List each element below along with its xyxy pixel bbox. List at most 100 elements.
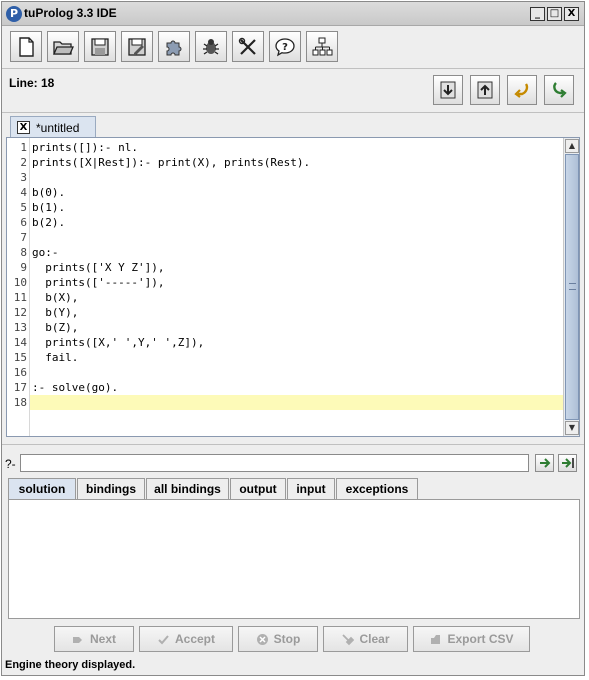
svg-text:?: ?	[282, 42, 288, 53]
tab-label: *untitled	[36, 120, 80, 135]
line-number: 17	[13, 381, 27, 394]
window-title: tuProlog 3.3 IDE	[24, 6, 117, 20]
undo-button[interactable]	[507, 75, 537, 105]
solve-button[interactable]	[535, 454, 554, 472]
move-up-button[interactable]	[470, 75, 500, 105]
redo-icon	[553, 82, 567, 98]
arrow-right-icon	[539, 458, 550, 468]
help-button[interactable]: ?	[269, 31, 301, 62]
bug-icon	[203, 38, 219, 55]
line-number-gutter: 1 2 3 4 5 6 7 8 9 10 11 12 13 14 15 16 17 18	[7, 138, 29, 436]
line-number: 1	[20, 141, 27, 154]
tab-bindings[interactable]: bindings	[77, 478, 145, 499]
preferences-button[interactable]	[232, 31, 264, 62]
open-file-button[interactable]	[47, 31, 79, 62]
broom-icon	[342, 633, 355, 645]
code-line[interactable]: b(2).	[30, 215, 563, 230]
line-number: 13	[13, 321, 27, 334]
maximize-button[interactable]: □	[547, 7, 562, 21]
new-file-button[interactable]	[10, 31, 42, 62]
stop-icon	[256, 633, 268, 645]
code-line[interactable]	[30, 365, 563, 380]
tab-exceptions[interactable]: exceptions	[336, 478, 418, 499]
tools-icon	[238, 37, 256, 55]
tab-input[interactable]: input	[287, 478, 335, 499]
divider	[2, 444, 584, 445]
code-line[interactable]: prints([X,' ',Y,' ',Z]),	[30, 335, 563, 350]
title-bar: P tuProlog 3.3 IDE _ □ X	[2, 2, 584, 26]
clear-label: Clear	[359, 632, 390, 646]
solve-all-button[interactable]	[558, 454, 577, 472]
folder-icon	[53, 40, 74, 55]
tab-close-icon[interactable]: X	[17, 121, 30, 134]
code-line[interactable]	[30, 395, 563, 410]
solution-panel	[8, 499, 580, 619]
status-bar: Engine theory displayed.	[5, 659, 136, 671]
line-number: 10	[13, 276, 27, 289]
code-line[interactable]: prints([X|Rest]):- print(X), prints(Rest…	[30, 155, 563, 170]
code-line[interactable]: b(X),	[30, 290, 563, 305]
code-editor[interactable]: 1 2 3 4 5 6 7 8 9 10 11 12 13 14 15 16 17 18 prints([]):-…	[6, 137, 580, 437]
code-line[interactable]: b(0).	[30, 185, 563, 200]
puzzle-icon	[166, 40, 182, 55]
toolbar: ?	[2, 27, 584, 69]
export-csv-button[interactable]: Export CSV	[413, 626, 530, 652]
line-number: 9	[20, 261, 27, 274]
tab-untitled[interactable]: X *untitled	[10, 116, 96, 138]
code-area[interactable]: prints([]):- nl. prints([X|Rest]):- print…	[29, 138, 563, 436]
line-indicator: Line: 18	[9, 76, 55, 90]
tree-icon	[312, 37, 333, 55]
clear-button[interactable]: Clear	[323, 626, 408, 652]
tab-solution[interactable]: solution	[8, 478, 76, 500]
undo-icon	[514, 83, 529, 98]
consult-theory-button[interactable]	[306, 31, 338, 62]
help-icon: ?	[275, 37, 295, 56]
code-line[interactable]	[30, 230, 563, 245]
stop-label: Stop	[273, 632, 301, 646]
arrow-down-icon	[440, 81, 456, 99]
editor-scrollbar[interactable]: ▲ ▼	[563, 138, 579, 436]
scroll-down-icon[interactable]: ▼	[565, 421, 579, 435]
next-button[interactable]: Next	[54, 626, 134, 652]
tab-all-bindings[interactable]: all bindings	[146, 478, 229, 499]
code-line[interactable]: :- solve(go).	[30, 380, 563, 395]
grip-icon	[569, 283, 576, 290]
export-label: Export CSV	[447, 632, 514, 646]
code-line[interactable]	[30, 170, 563, 185]
line-number: 2	[20, 156, 27, 169]
minimize-button[interactable]: _	[530, 7, 545, 21]
libraries-button[interactable]	[158, 31, 190, 62]
new-file-icon	[19, 36, 34, 57]
move-down-button[interactable]	[433, 75, 463, 105]
line-number: 14	[13, 336, 27, 349]
code-line[interactable]: b(1).	[30, 200, 563, 215]
code-line[interactable]: prints(['X Y Z']),	[30, 260, 563, 275]
debug-button[interactable]	[195, 31, 227, 62]
line-number: 5	[20, 201, 27, 214]
checkmark-icon	[158, 634, 169, 644]
code-line[interactable]: go:-	[30, 245, 563, 260]
line-number: 7	[20, 231, 27, 244]
save-button[interactable]	[84, 31, 116, 62]
redo-button[interactable]	[544, 75, 574, 105]
scroll-thumb[interactable]	[565, 154, 579, 420]
close-button[interactable]: X	[564, 7, 579, 21]
line-info-bar: Line: 18	[2, 70, 584, 113]
scroll-up-icon[interactable]: ▲	[565, 139, 579, 153]
code-line[interactable]: prints([]):- nl.	[30, 140, 563, 155]
code-line[interactable]: prints(['-----']),	[30, 275, 563, 290]
code-line[interactable]: b(Y),	[30, 305, 563, 320]
accept-button[interactable]: Accept	[139, 626, 233, 652]
save-as-button[interactable]	[121, 31, 153, 62]
arrow-up-icon	[477, 81, 493, 99]
tab-output[interactable]: output	[230, 478, 286, 499]
tuprolog-logo-icon: P	[6, 6, 22, 22]
code-line[interactable]: fail.	[30, 350, 563, 365]
accept-label: Accept	[174, 632, 215, 646]
line-number: 6	[20, 216, 27, 229]
stop-button[interactable]: Stop	[238, 626, 318, 652]
query-prompt: ?-	[5, 457, 16, 471]
query-input[interactable]	[20, 454, 529, 472]
code-line[interactable]: b(Z),	[30, 320, 563, 335]
export-icon	[431, 634, 441, 644]
